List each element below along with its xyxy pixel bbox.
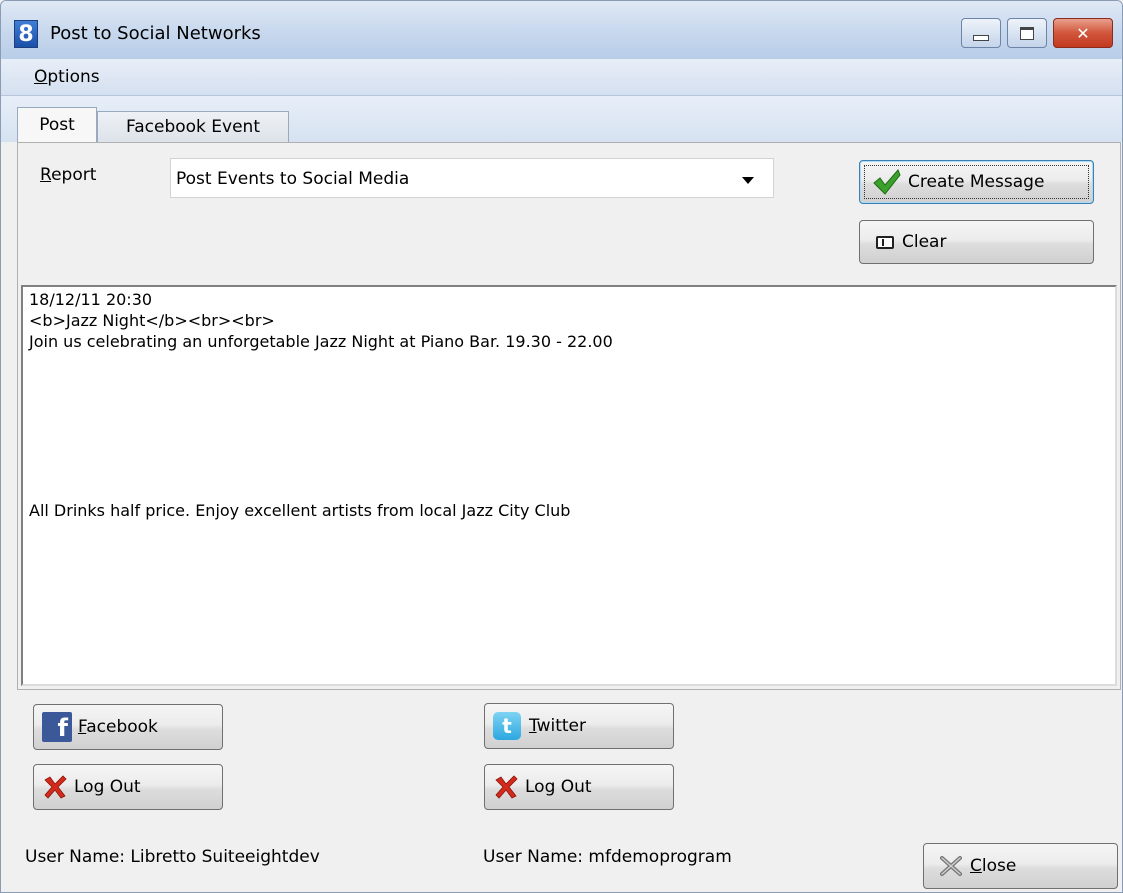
twitter-logout-button[interactable]: Log Out [484, 764, 674, 810]
minimize-button[interactable] [961, 18, 1001, 48]
logout-x-icon [495, 775, 518, 799]
maximize-button[interactable] [1007, 18, 1047, 48]
report-dropdown[interactable]: Post Events to Social Media [170, 158, 774, 198]
create-message-button[interactable]: Create Message [859, 160, 1094, 204]
facebook-button[interactable]: f Facebook [33, 704, 223, 750]
chevron-down-icon [742, 177, 754, 184]
title-bar[interactable]: 8 Post to Social Networks ✕ [1, 1, 1122, 59]
facebook-label: Facebook [78, 717, 158, 737]
facebook-logout-button[interactable]: Log Out [33, 764, 223, 810]
post-to-social-networks-window: 8 Post to Social Networks ✕ Options Post… [0, 0, 1123, 893]
message-line: <b>Jazz Night</b><br><br> [29, 311, 275, 330]
message-textarea[interactable]: 18/12/11 20:30 <b>Jazz Night</b><br><br>… [21, 285, 1117, 686]
report-selected-value: Post Events to Social Media [176, 169, 410, 189]
close-label: Close [970, 856, 1017, 876]
caption-buttons: ✕ [961, 18, 1113, 48]
post-tab-panel: Report Post Events to Social Media Creat… [17, 142, 1121, 690]
twitter-user-name: User Name: mfdemoprogram [483, 847, 732, 867]
clear-icon [876, 235, 894, 249]
logout-x-icon [44, 775, 67, 799]
facebook-user-name: User Name: Libretto Suiteeightdev [25, 847, 320, 867]
create-message-label: Create Message [908, 172, 1045, 192]
window-title: Post to Social Networks [50, 23, 261, 44]
menu-bar: Options [1, 59, 1122, 96]
twitter-button[interactable]: t Twitter [484, 703, 674, 749]
facebook-logout-label: Log Out [74, 777, 141, 797]
tab-strip: Post Facebook Event [1, 96, 1122, 142]
close-x-icon: ✕ [1076, 23, 1090, 43]
checkmark-icon [873, 169, 901, 195]
twitter-icon: t [493, 712, 521, 740]
message-line: All Drinks half price. Enjoy excellent a… [29, 501, 571, 520]
message-line: Join us celebrating an unforgetable Jazz… [29, 332, 613, 351]
minimize-icon [973, 35, 989, 41]
twitter-logout-label: Log Out [525, 777, 592, 797]
tab-post[interactable]: Post [17, 107, 97, 142]
clear-label: Clear [902, 232, 947, 252]
twitter-label: Twitter [529, 716, 586, 736]
maximize-icon [1020, 26, 1034, 40]
close-icon [940, 856, 962, 876]
facebook-icon: f [42, 712, 72, 742]
menu-options[interactable]: Options [34, 67, 100, 87]
message-line: 18/12/11 20:30 [29, 290, 153, 309]
app-icon: 8 [14, 20, 38, 48]
tab-facebook-event[interactable]: Facebook Event [97, 111, 289, 142]
clear-button[interactable]: Clear [859, 220, 1094, 264]
close-button[interactable]: Close [923, 843, 1118, 889]
report-label: Report [40, 165, 97, 185]
window-close-button[interactable]: ✕ [1053, 18, 1113, 48]
